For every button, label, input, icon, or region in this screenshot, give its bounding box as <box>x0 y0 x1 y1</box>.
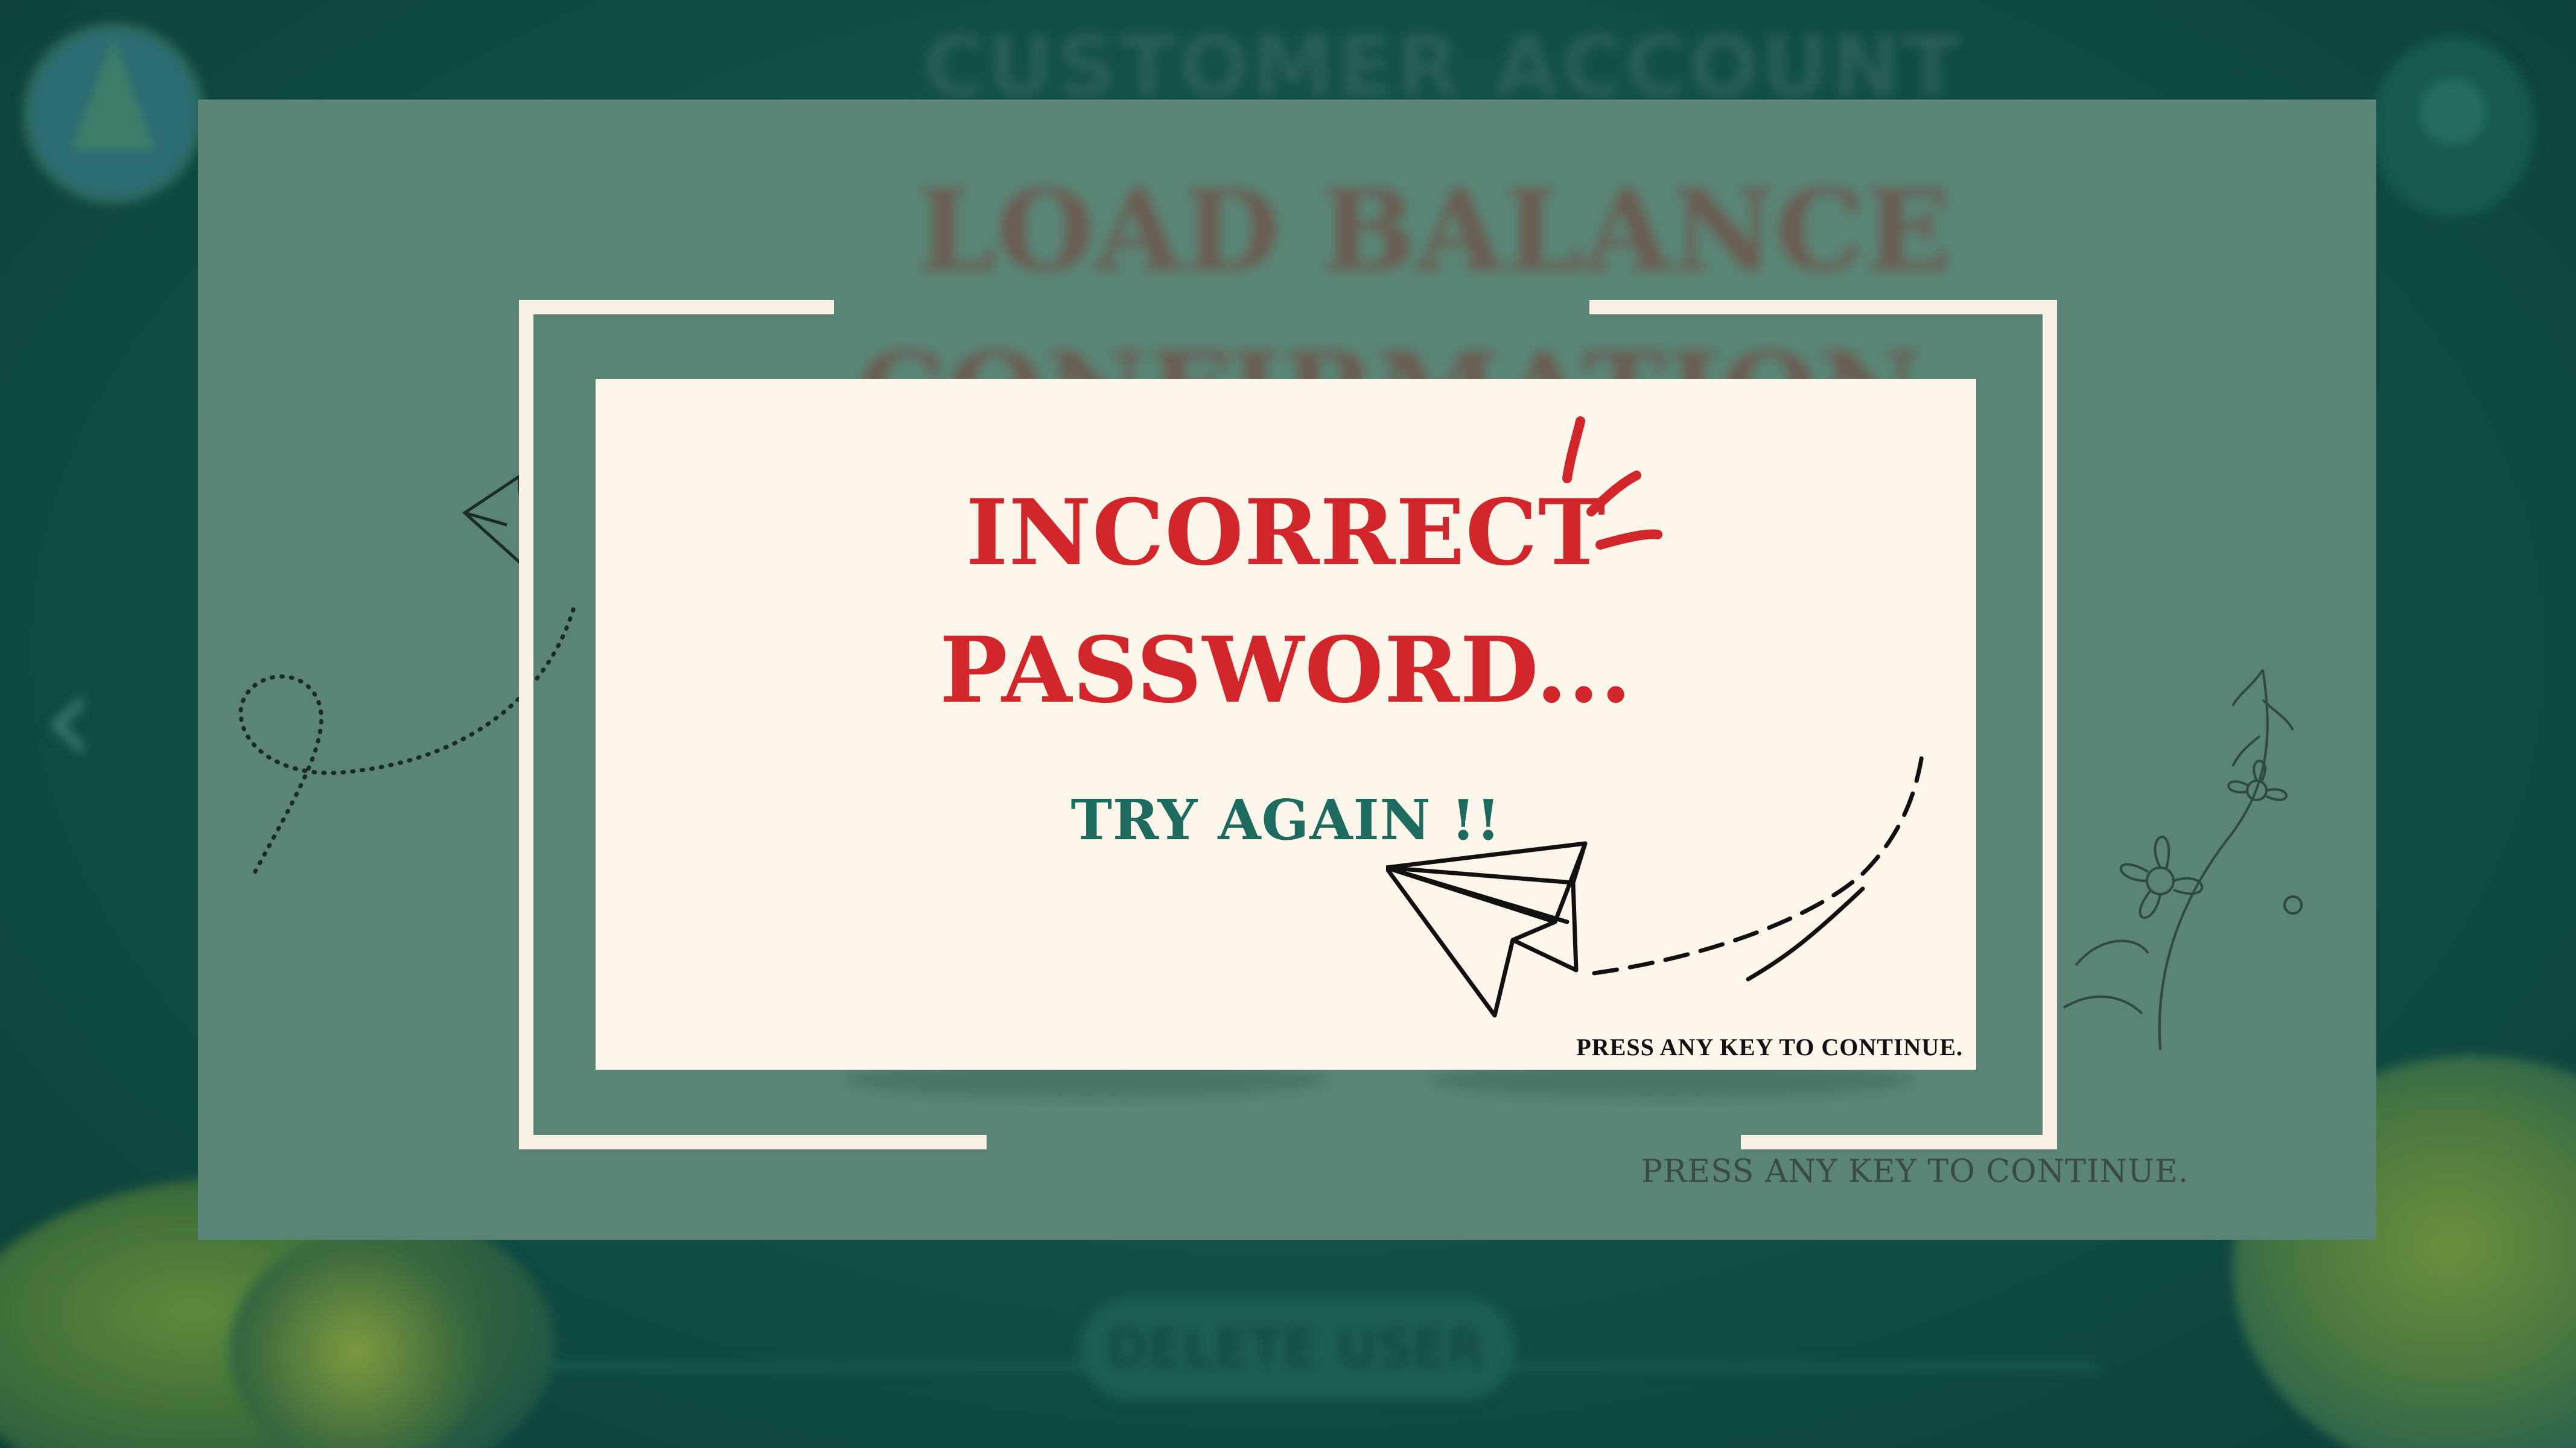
incorrect-password-dialog[interactable]: INCORRECT PASSWORD... TRY AGAIN !! PRESS… <box>596 379 1976 1070</box>
continue-hint: PRESS ANY KEY TO CONTINUE. <box>1576 1034 1963 1061</box>
frame-bracket-left-vertical <box>519 300 533 1149</box>
frame-bracket-bottom-right-horizontal <box>1741 1135 2057 1149</box>
background-heading-line1: LOAD BALANCE <box>917 165 1952 296</box>
background-press-hint: PRESS ANY KEY TO CONTINUE. <box>1641 1154 2189 1190</box>
frame-bracket-top-right-horizontal <box>1589 300 2057 314</box>
user-icon-head <box>2420 78 2486 145</box>
frame-bracket-top-left-horizontal <box>519 300 834 314</box>
error-message-line2: PASSWORD... <box>940 617 1632 723</box>
back-arrow-icon[interactable]: ‹ <box>42 652 95 784</box>
frame-bracket-bottom-left-horizontal <box>519 1135 987 1149</box>
frame-bracket-right-vertical <box>2043 300 2057 1149</box>
burst-icon <box>1562 416 1662 550</box>
logo-tree-shape <box>71 36 156 151</box>
paper-plane-icon <box>1386 745 1926 1018</box>
error-message-line1: INCORRECT <box>965 480 1606 586</box>
dotted-flight-path-icon <box>238 474 576 877</box>
delete-user-button[interactable]: DELETE USER <box>1080 1297 1515 1400</box>
